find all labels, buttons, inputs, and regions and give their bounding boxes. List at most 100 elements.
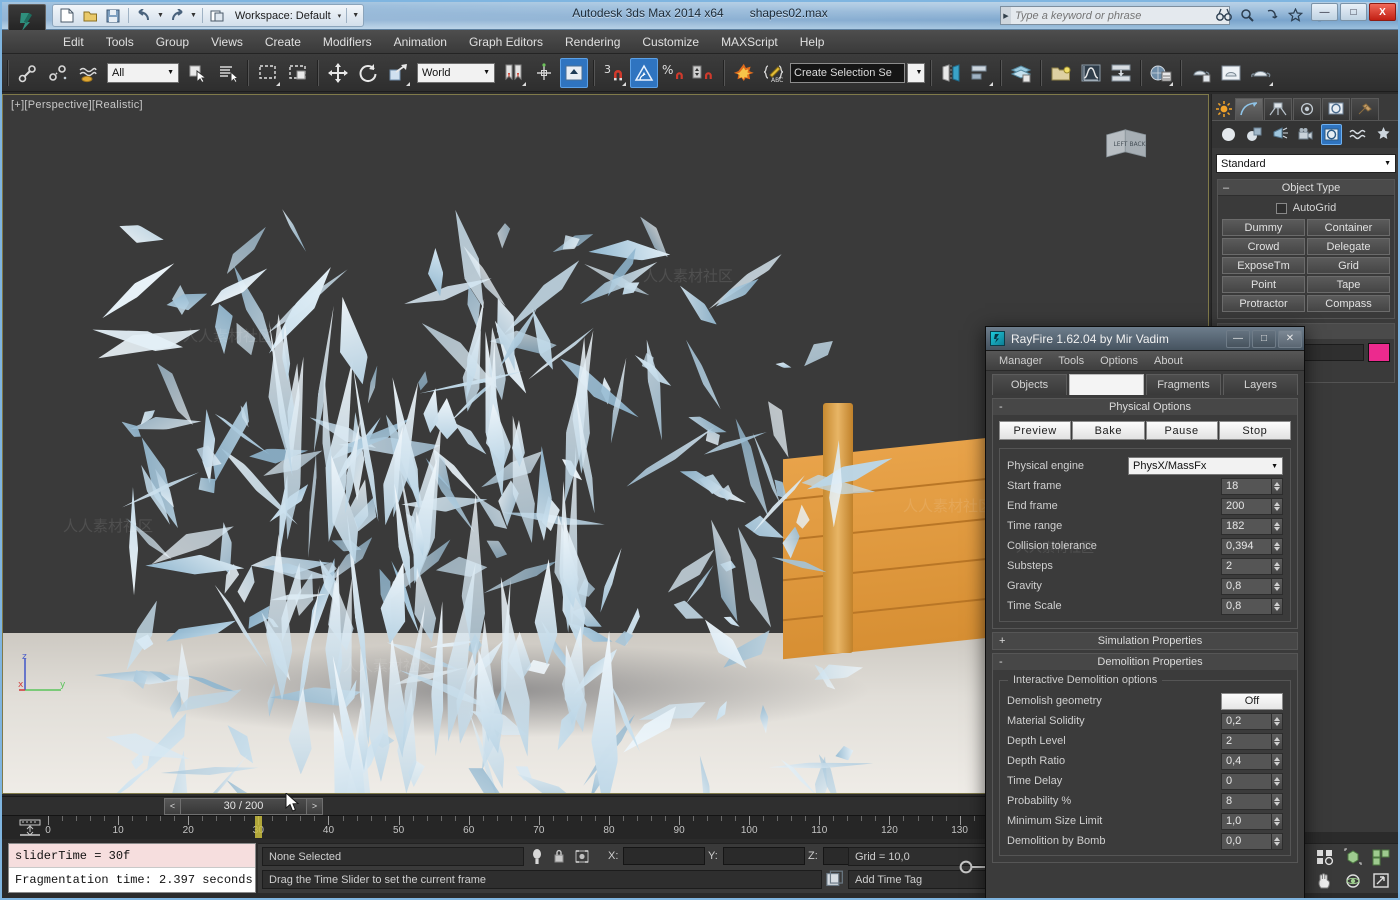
cameras-category-button[interactable]: [1295, 124, 1316, 145]
help-search-icon[interactable]: [1238, 5, 1257, 24]
helpers-category-button[interactable]: [1321, 124, 1343, 145]
menu-item-customize[interactable]: Customize: [631, 32, 710, 52]
search-box[interactable]: ▶: [1000, 6, 1230, 25]
physical-param-spinner-1[interactable]: 200: [1221, 497, 1283, 515]
window-minimize-button[interactable]: —: [1311, 3, 1338, 21]
demolition-param-spin-arrows-4[interactable]: [1272, 792, 1283, 810]
physical-options-toggle[interactable]: -: [999, 401, 1009, 413]
time-tag-icon[interactable]: [824, 870, 844, 889]
material-editor-button[interactable]: [1147, 58, 1175, 88]
undo-button[interactable]: [134, 6, 154, 25]
tab-hierarchy[interactable]: [1293, 97, 1321, 120]
reference-coordinate-dropdown[interactable]: World ▼: [417, 62, 495, 83]
listener-output-line[interactable]: Fragmentation time: 2.397 seconds: [9, 868, 255, 892]
menu-item-maxscript[interactable]: MAXScript: [710, 32, 789, 52]
physical-param-spinner-0[interactable]: 18: [1221, 477, 1283, 495]
save-file-button[interactable]: [103, 6, 123, 25]
demolition-param-spin-arrows-2[interactable]: [1272, 752, 1283, 770]
named-selection-sets-button[interactable]: ABC: [760, 58, 788, 88]
menu-item-views[interactable]: Views: [200, 32, 254, 52]
window-close-button[interactable]: X: [1369, 3, 1396, 21]
object-type-compass-button[interactable]: Compass: [1307, 295, 1390, 312]
pause-button[interactable]: Pause: [1145, 421, 1218, 440]
physical-param-value-1[interactable]: 200: [1221, 497, 1272, 515]
demolition-param-spin-arrows-6[interactable]: [1272, 832, 1283, 850]
angle-snap-toggle-button[interactable]: [630, 57, 658, 88]
align-button[interactable]: [967, 58, 995, 88]
pan-view-button[interactable]: [1312, 870, 1339, 893]
object-type-rollout-header[interactable]: – Object Type: [1218, 180, 1394, 196]
rayfire-tab-objects[interactable]: Objects: [992, 374, 1067, 395]
demolition-param-spinner-5[interactable]: 1,0: [1221, 812, 1283, 830]
binoculars-icon[interactable]: [1214, 5, 1233, 24]
demolition-param-spinner-3[interactable]: 0: [1221, 772, 1283, 790]
undo-dropdown-caret[interactable]: ▼: [157, 12, 164, 19]
physical-param-spinner-5[interactable]: 0,8: [1221, 577, 1283, 595]
named-selection-set-caret[interactable]: ▼: [907, 62, 925, 83]
new-file-button[interactable]: [57, 6, 77, 25]
zoom-region-button[interactable]: [1312, 846, 1339, 869]
demolition-param-value-6[interactable]: 0,0: [1221, 832, 1272, 850]
use-pivot-point-center-button[interactable]: [500, 58, 528, 88]
rayfire-title-bar[interactable]: RayFire 1.62.04 by Mir Vadim — □ ✕: [986, 327, 1304, 351]
demolition-param-value-4[interactable]: 8: [1221, 792, 1272, 810]
demolition-param-spin-arrows-0[interactable]: [1272, 712, 1283, 730]
edit-named-selection-sets-button[interactable]: [730, 58, 758, 88]
tab-create[interactable]: [1235, 97, 1263, 120]
menu-item-edit[interactable]: Edit: [52, 32, 95, 52]
project-folder-button[interactable]: [208, 6, 228, 25]
use-transform-coordinate-center-button[interactable]: [560, 57, 588, 88]
object-type-tape-button[interactable]: Tape: [1307, 276, 1390, 293]
systems-category-button[interactable]: [1373, 124, 1394, 145]
physical-engine-dropdown[interactable]: PhysX/MassFx ▼: [1128, 457, 1283, 475]
physical-param-value-4[interactable]: 2: [1221, 557, 1272, 575]
menu-item-group[interactable]: Group: [145, 32, 200, 52]
stop-button[interactable]: Stop: [1218, 421, 1291, 440]
physical-param-value-5[interactable]: 0,8: [1221, 577, 1272, 595]
menu-item-create[interactable]: Create: [254, 32, 312, 52]
listener-input-line[interactable]: sliderTime = 30f: [9, 844, 255, 868]
physical-param-spin-arrows-4[interactable]: [1272, 557, 1283, 575]
demolition-properties-toggle[interactable]: -: [999, 656, 1009, 668]
demolition-param-spin-arrows-1[interactable]: [1272, 732, 1283, 750]
demolition-param-spinner-6[interactable]: 0,0: [1221, 832, 1283, 850]
search-input[interactable]: [1011, 7, 1229, 24]
curve-editor-button[interactable]: [1077, 58, 1105, 88]
scene-explorer-button[interactable]: [1047, 58, 1075, 88]
physical-param-spinner-6[interactable]: 0,8: [1221, 597, 1283, 615]
next-frame-button[interactable]: >: [306, 797, 323, 815]
redo-dropdown-caret[interactable]: ▼: [190, 12, 197, 19]
simulation-properties-toggle[interactable]: +: [999, 635, 1009, 647]
object-type-exposetm-button[interactable]: ExposeTm: [1222, 257, 1305, 274]
render-setup-button[interactable]: [1187, 58, 1215, 88]
select-by-name-button[interactable]: [214, 58, 242, 88]
rayfire-maximize-button[interactable]: □: [1252, 329, 1276, 348]
rayfire-tab-physics[interactable]: [1069, 374, 1144, 395]
use-selection-center-button[interactable]: [530, 58, 558, 88]
demolition-param-spinner-1[interactable]: 2: [1221, 732, 1283, 750]
demolition-param-value-1[interactable]: 2: [1221, 732, 1272, 750]
demolition-properties-header[interactable]: - Demolition Properties: [993, 654, 1297, 670]
rayfire-dialog[interactable]: RayFire 1.62.04 by Mir Vadim — □ ✕ Manag…: [985, 326, 1305, 900]
bake-button[interactable]: Bake: [1072, 421, 1145, 440]
rayfire-menu-tools[interactable]: Tools: [1051, 353, 1091, 369]
physical-param-spinner-2[interactable]: 182: [1221, 517, 1283, 535]
select-and-link-button[interactable]: [14, 58, 42, 88]
isolate-selection-icon[interactable]: [530, 848, 544, 865]
viewport-label[interactable]: [+][Perspective][Realistic]: [11, 99, 143, 111]
object-type-delegate-button[interactable]: Delegate: [1307, 238, 1390, 255]
absolute-relative-mode-icon[interactable]: [574, 848, 590, 865]
rayfire-menu-options[interactable]: Options: [1093, 353, 1145, 369]
x-coordinate-input[interactable]: [623, 847, 705, 865]
geometry-category-button[interactable]: [1218, 124, 1239, 145]
zoom-extents-button[interactable]: [1340, 846, 1367, 869]
demolition-param-spin-arrows-3[interactable]: [1272, 772, 1283, 790]
demolition-param-value-3[interactable]: 0: [1221, 772, 1272, 790]
rayfire-menu-about[interactable]: About: [1147, 353, 1190, 369]
menu-item-help[interactable]: Help: [789, 32, 836, 52]
lock-selection-icon[interactable]: [552, 848, 566, 865]
y-coordinate-input[interactable]: [723, 847, 805, 865]
lights-category-button[interactable]: [1270, 124, 1291, 145]
demolition-param-spin-arrows-5[interactable]: [1272, 812, 1283, 830]
physical-param-spin-arrows-1[interactable]: [1272, 497, 1283, 515]
